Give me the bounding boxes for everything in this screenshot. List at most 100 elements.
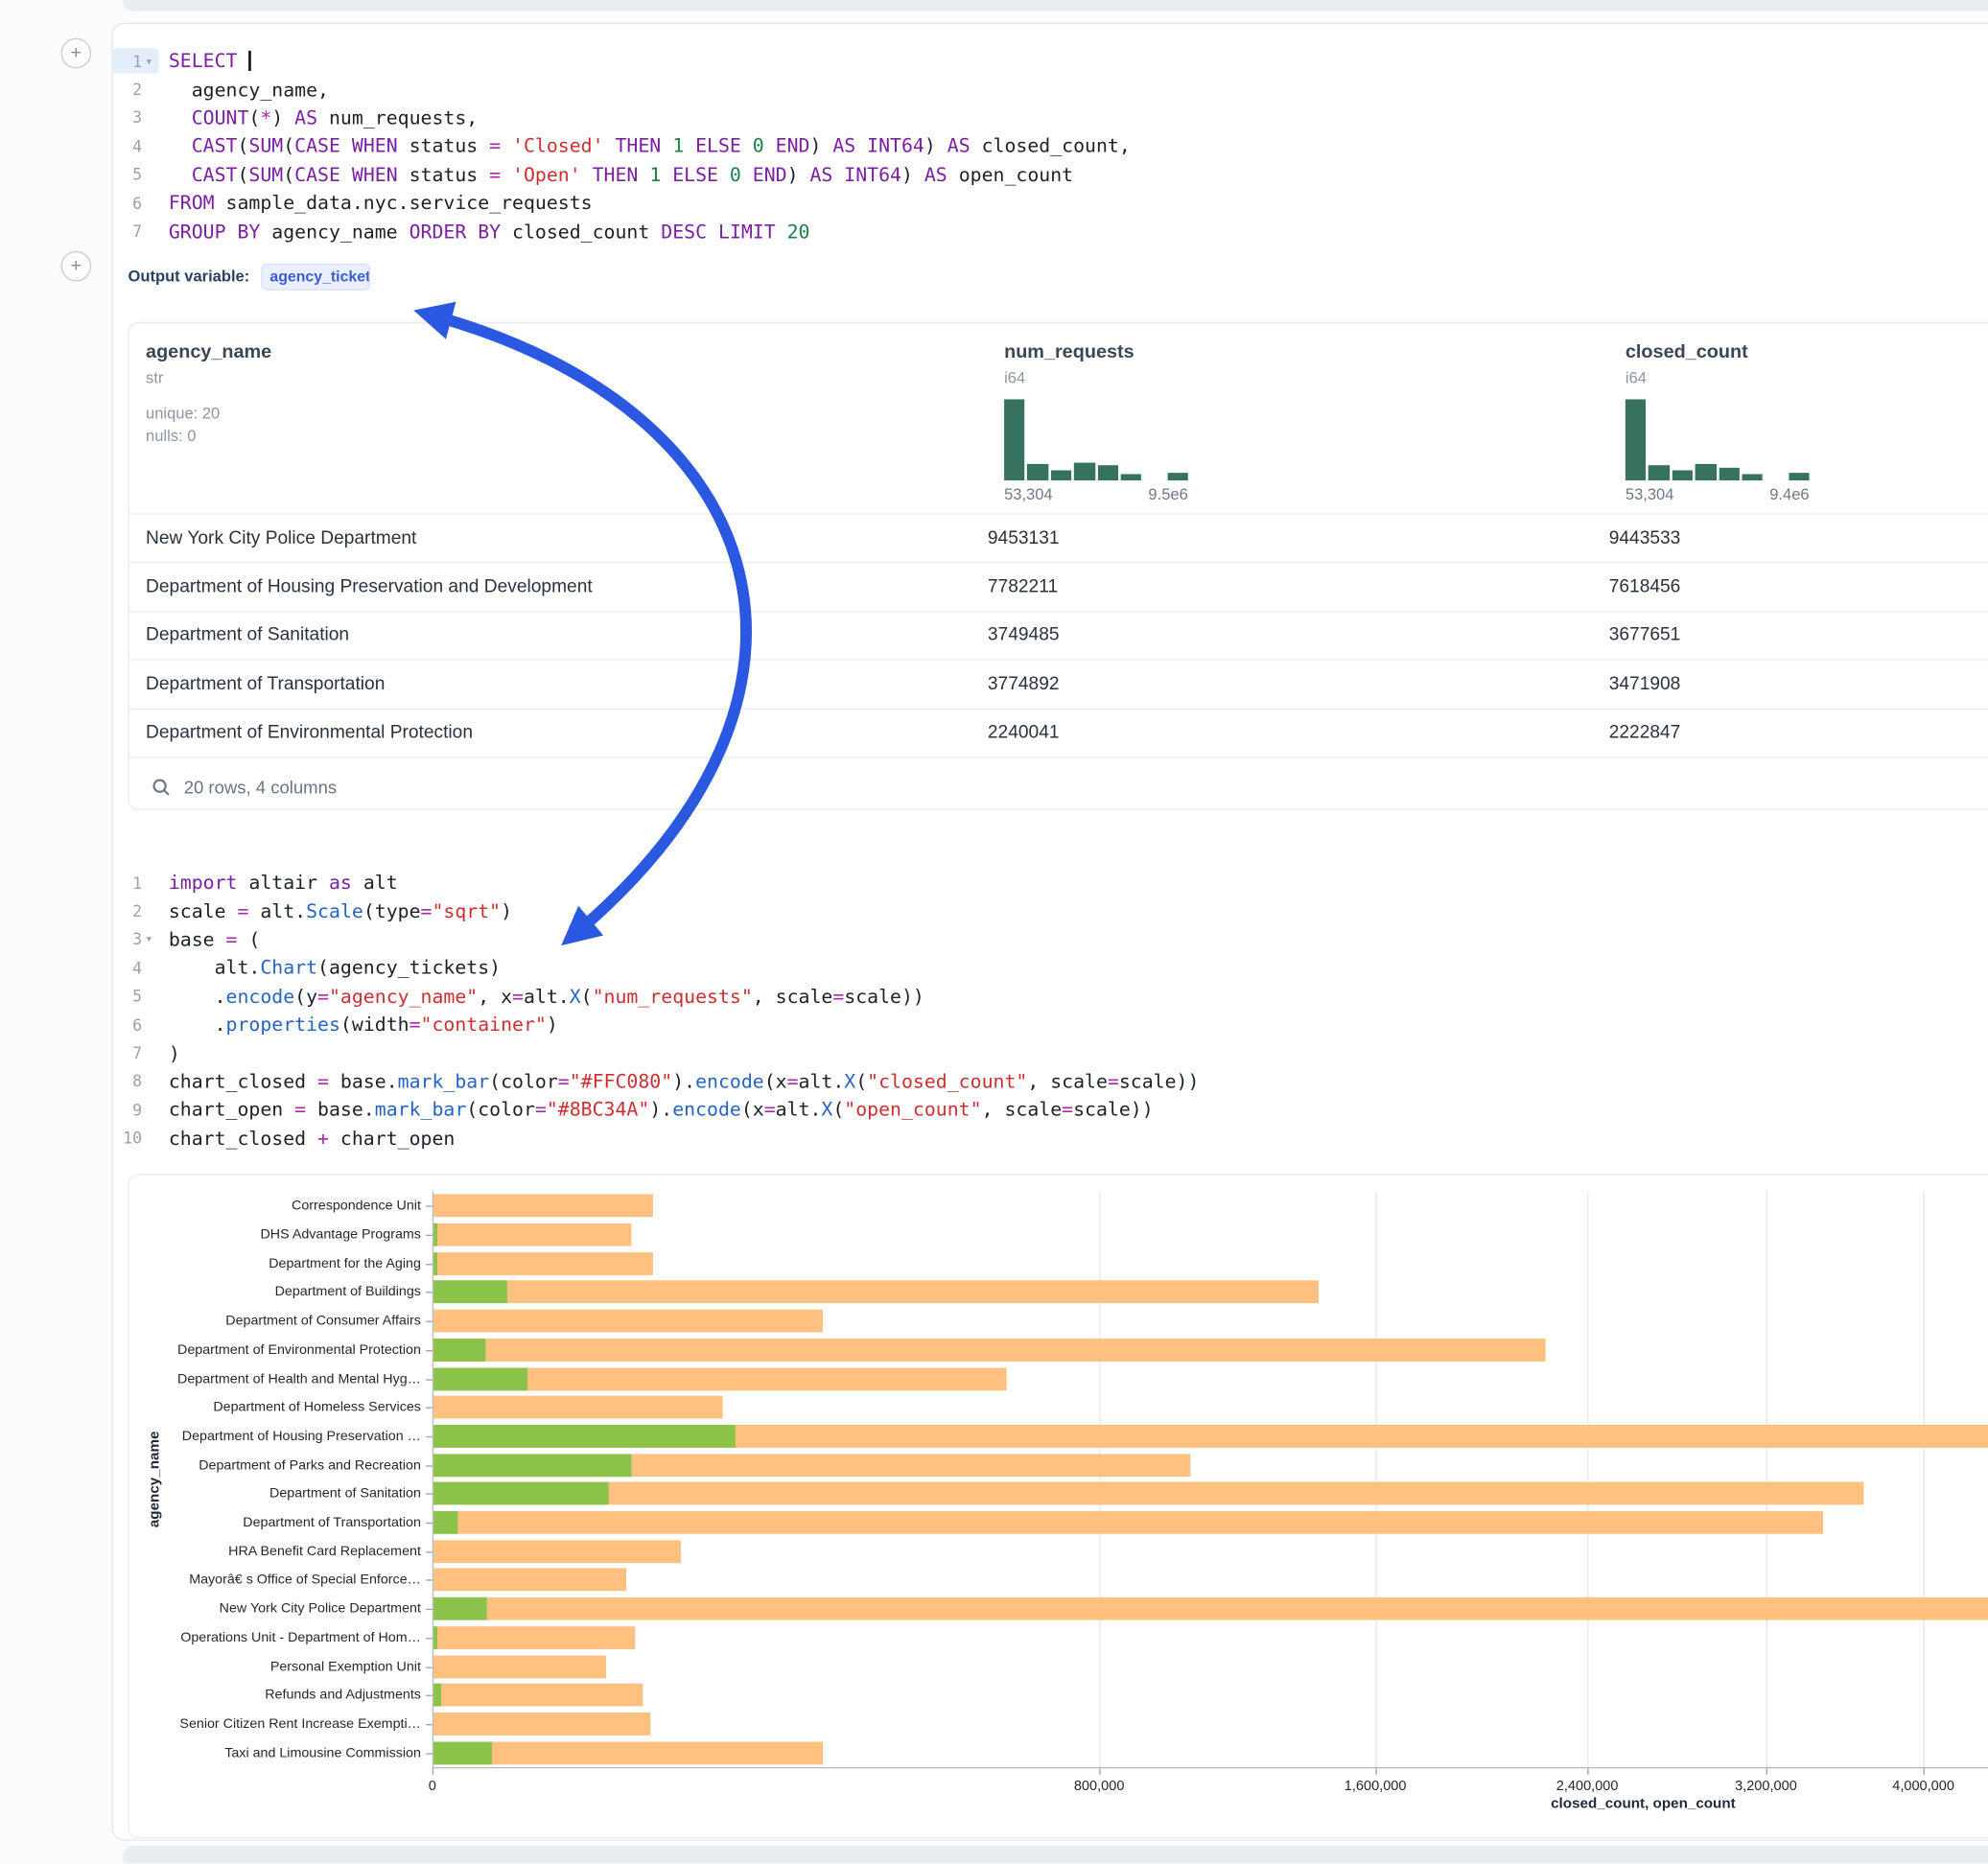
search-icon[interactable] <box>151 778 171 798</box>
x-tick <box>1924 1768 1925 1775</box>
code-text: chart_closed + chart_open <box>158 1127 455 1150</box>
code-text: .encode(y="agency_name", x=alt.X("num_re… <box>158 985 924 1008</box>
bar-closed <box>433 1713 651 1736</box>
column-header: num_requestsi6453,3049.5e6 <box>1004 338 1613 503</box>
line-gutter: 6 <box>113 1012 159 1037</box>
gridline <box>1099 1192 1100 1767</box>
code-line[interactable]: 4 CAST(SUM(CASE WHEN status = 'Closed' T… <box>113 132 1988 161</box>
line-gutter: 7 <box>113 1040 159 1065</box>
code-text: FROM sample_data.nyc.service_requests <box>158 192 592 215</box>
code-text: CAST(SUM(CASE WHEN status = 'Open' THEN … <box>158 163 1073 186</box>
table-cell: 3471908 <box>1609 674 1988 694</box>
histogram-bar <box>1167 473 1188 480</box>
bar-closed <box>433 1540 681 1563</box>
bar-closed <box>433 1482 1863 1505</box>
histogram-bar <box>1121 474 1142 480</box>
code-text: chart_closed = base.mark_bar(color="#FFC… <box>158 1070 1199 1093</box>
histogram-bar <box>1742 474 1763 480</box>
bar-open <box>433 1367 526 1390</box>
histogram-max: 9.4e6 <box>1769 485 1809 503</box>
code-line[interactable]: 2scale = alt.Scale(type="sqrt") <box>113 897 1988 925</box>
histogram-min: 53,304 <box>1625 485 1674 503</box>
y-tick-label: Correspondence Unit <box>129 1199 421 1214</box>
y-axis-title: agency_name <box>147 1432 162 1528</box>
code-line[interactable]: 1import altair as alt <box>113 869 1988 897</box>
line-number: 3 <box>117 930 142 949</box>
line-number: 6 <box>117 194 142 213</box>
add-cell-button[interactable]: + <box>60 38 91 69</box>
code-line[interactable]: 6 .properties(width="container") <box>113 1011 1988 1039</box>
bar-closed <box>433 1569 626 1592</box>
code-line[interactable]: 9chart_open = base.mark_bar(color="#8BC3… <box>113 1095 1988 1124</box>
column-histogram <box>1004 399 1188 480</box>
code-text: ) <box>158 1041 180 1064</box>
y-tick-label: Department of Environmental Protection <box>129 1342 421 1358</box>
y-tick <box>426 1753 433 1754</box>
python-editor[interactable]: 1import altair as alt2scale = alt.Scale(… <box>113 869 1988 1153</box>
line-gutter: 10 <box>113 1126 159 1151</box>
code-line[interactable]: 3▾base = ( <box>113 925 1988 954</box>
code-line[interactable]: 2 agency_name, <box>113 76 1988 105</box>
x-tick-label: 3,200,000 <box>1735 1779 1797 1794</box>
x-tick-label: 0 <box>429 1779 436 1794</box>
code-text: CAST(SUM(CASE WHEN status = 'Closed' THE… <box>158 135 1131 158</box>
y-tick <box>426 1609 433 1610</box>
table-cell: 3677651 <box>1609 625 1988 645</box>
notebook-cell-card: 1▾SELECT 2 agency_name,3 COUNT(*) AS num… <box>111 23 1988 1841</box>
x-tick-label: 4,000,000 <box>1892 1779 1954 1794</box>
output-variable-label: Output variable: <box>129 268 250 286</box>
y-tick <box>426 1580 433 1581</box>
y-tick-label: Department of Health and Mental Hyg… <box>129 1371 421 1386</box>
table-cell: 3774892 <box>988 674 1609 694</box>
line-number: 10 <box>117 1129 142 1148</box>
code-line[interactable]: 7) <box>113 1038 1988 1067</box>
add-cell-button[interactable]: + <box>60 251 91 282</box>
code-line[interactable]: 4 alt.Chart(agency_tickets) <box>113 953 1988 982</box>
y-tick-label: Refunds and Adjustments <box>129 1688 421 1703</box>
code-text: agency_name, <box>158 78 329 101</box>
gridline <box>1375 1192 1376 1767</box>
output-variable-chip[interactable]: agency_tickets <box>261 263 370 290</box>
code-line[interactable]: 1▾SELECT <box>113 47 1988 76</box>
table-cell: 9443533 <box>1609 528 1988 548</box>
bar-closed <box>433 1223 631 1247</box>
gridline <box>1587 1192 1588 1767</box>
table-cell: 7618456 <box>1609 577 1988 597</box>
code-text: alt.Chart(agency_tickets) <box>158 956 501 979</box>
table-row: Department of Environmental Protection22… <box>129 708 1988 757</box>
sql-editor[interactable]: 1▾SELECT 2 agency_name,3 COUNT(*) AS num… <box>113 47 1988 245</box>
bar-closed <box>433 1195 653 1218</box>
table-cell: 3749485 <box>988 625 1609 645</box>
next-cell-edge <box>123 1846 1988 1864</box>
histogram-bar <box>1097 466 1118 480</box>
line-gutter: 3 <box>113 105 159 130</box>
fold-chevron-icon[interactable]: ▾ <box>142 56 156 67</box>
results-table: agency_namestrunique: 20nulls: 0num_requ… <box>129 322 1988 810</box>
code-line[interactable]: 10 chart_closed + chart_open <box>113 1124 1988 1153</box>
y-tick <box>426 1465 433 1466</box>
line-gutter: 7 <box>113 219 159 244</box>
bar-closed <box>433 1339 1545 1362</box>
line-gutter: 8 <box>113 1068 159 1093</box>
table-cell: Department of Housing Preservation and D… <box>129 577 988 597</box>
table-row: Department of Housing Preservation and D… <box>129 562 1988 611</box>
histogram-max: 9.5e6 <box>1148 485 1187 503</box>
code-line[interactable]: 7GROUP BY agency_name ORDER BY closed_co… <box>113 218 1988 246</box>
line-number: 2 <box>117 80 142 99</box>
y-tick-label: Mayorâ€ s Office of Special Enforce… <box>129 1573 421 1588</box>
y-tick-label: HRA Benefit Card Replacement <box>129 1544 421 1559</box>
y-tick-label: Department of Sanitation <box>129 1486 421 1502</box>
fold-chevron-icon[interactable]: ▾ <box>142 934 156 945</box>
bar-open <box>433 1425 736 1448</box>
code-line[interactable]: 3 COUNT(*) AS num_requests, <box>113 104 1988 132</box>
code-line[interactable]: 5 .encode(y="agency_name", x=alt.X("num_… <box>113 982 1988 1011</box>
code-line[interactable]: 8chart_closed = base.mark_bar(color="#FF… <box>113 1067 1988 1096</box>
table-body: New York City Police Department945313194… <box>129 513 1988 757</box>
code-line[interactable]: 5 CAST(SUM(CASE WHEN status = 'Open' THE… <box>113 160 1988 189</box>
code-line[interactable]: 6 FROM sample_data.nyc.service_requests <box>113 189 1988 218</box>
line-gutter: 2 <box>113 898 159 923</box>
y-tick-label: Department of Housing Preservation … <box>129 1429 421 1444</box>
line-gutter: 5 <box>113 984 159 1009</box>
column-type: i64 <box>1004 366 1613 389</box>
line-gutter: 4 <box>113 133 159 158</box>
